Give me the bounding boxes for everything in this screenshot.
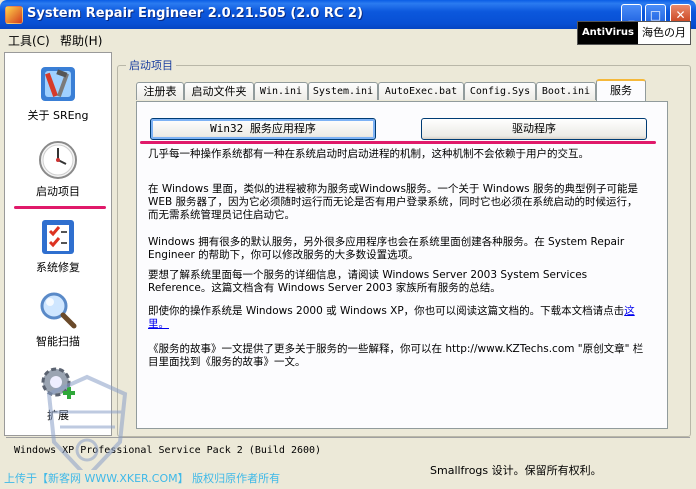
menu-help[interactable]: 帮助(H)	[60, 32, 102, 49]
tab-system-ini[interactable]: System.ini	[308, 82, 378, 100]
paragraph-intro: 几乎每一种操作系统都有一种在系统启动时启动进程的机制，这种机制不会依赖于用户的交…	[148, 148, 589, 160]
magnifier-icon	[40, 292, 77, 329]
paragraph-download-text: 即使你的操作系统是 Windows 2000 或 Windows XP，你也可以…	[148, 305, 625, 317]
sidebar-item-label: 智能扫描	[36, 335, 80, 348]
watermark-logo	[46, 374, 128, 480]
tab-win-ini[interactable]: Win.ini	[254, 82, 308, 100]
highlight-underline	[14, 206, 106, 209]
clock-icon	[39, 141, 77, 179]
sidebar-item-label: 系统修复	[36, 261, 80, 274]
sidebar-item-label: 关于 SREng	[27, 109, 89, 122]
app-window: System Repair Engineer 2.0.21.505 (2.0 R…	[0, 0, 696, 489]
tab-boot-ini[interactable]: Boot.ini	[536, 82, 596, 100]
tools-icon	[41, 67, 75, 101]
paragraph-reference: 要想了解系统里面每一个服务的详细信息，请阅读 Windows Server 20…	[148, 269, 588, 294]
app-icon	[5, 6, 23, 24]
group-title: 启动项目	[126, 57, 176, 73]
antivirus-badge: AntiVirus 海色の月	[576, 21, 691, 45]
win32-services-button[interactable]: Win32 服务应用程序	[150, 118, 376, 140]
window-title: System Repair Engineer 2.0.21.505 (2.0 R…	[27, 6, 363, 21]
tab-startup-folder[interactable]: 启动文件夹	[184, 82, 254, 100]
tab-autoexec[interactable]: AutoExec.bat	[378, 82, 464, 100]
menu-tools[interactable]: 工具(C)	[8, 32, 50, 49]
sidebar-item-repair[interactable]: 系统修复	[5, 215, 111, 275]
sidebar-item-scan[interactable]: 智能扫描	[5, 289, 111, 349]
paragraph-story: 《服务的故事》一文提供了更多关于服务的一些解释，你可以在 http://www.…	[148, 343, 644, 368]
copyright-text: Smallfrogs 设计。保留所有权利。	[430, 464, 602, 477]
tab-services[interactable]: 服务	[596, 79, 646, 101]
paragraph-default-services: Windows 拥有很多的默认服务，另外很多应用程序也会在系统里面创建各种服务。…	[148, 236, 625, 261]
checklist-icon	[42, 220, 74, 254]
badge-name-label: 海色の月	[642, 26, 686, 39]
sidebar-item-about[interactable]: 关于 SREng	[5, 63, 111, 123]
tab-config-sys[interactable]: Config.Sys	[464, 82, 536, 100]
sidebar-item-startup[interactable]: 启动项目	[5, 139, 111, 199]
badge-antivirus-label: AntiVirus	[577, 22, 638, 44]
watermark-text: 上传于【新客网 WWW.XKER.COM】 版权归原作者所有	[4, 472, 281, 485]
paragraph-windows-services: 在 Windows 里面，类似的进程被称为服务或Windows服务。一个关于 W…	[148, 183, 638, 221]
drivers-button[interactable]: 驱动程序	[421, 118, 647, 140]
highlight-underline	[140, 141, 656, 144]
paragraph-download: 即使你的操作系统是 Windows 2000 或 Windows XP，你也可以…	[148, 305, 648, 331]
tab-registry[interactable]: 注册表	[136, 82, 184, 100]
sidebar-item-label: 启动项目	[36, 185, 80, 198]
